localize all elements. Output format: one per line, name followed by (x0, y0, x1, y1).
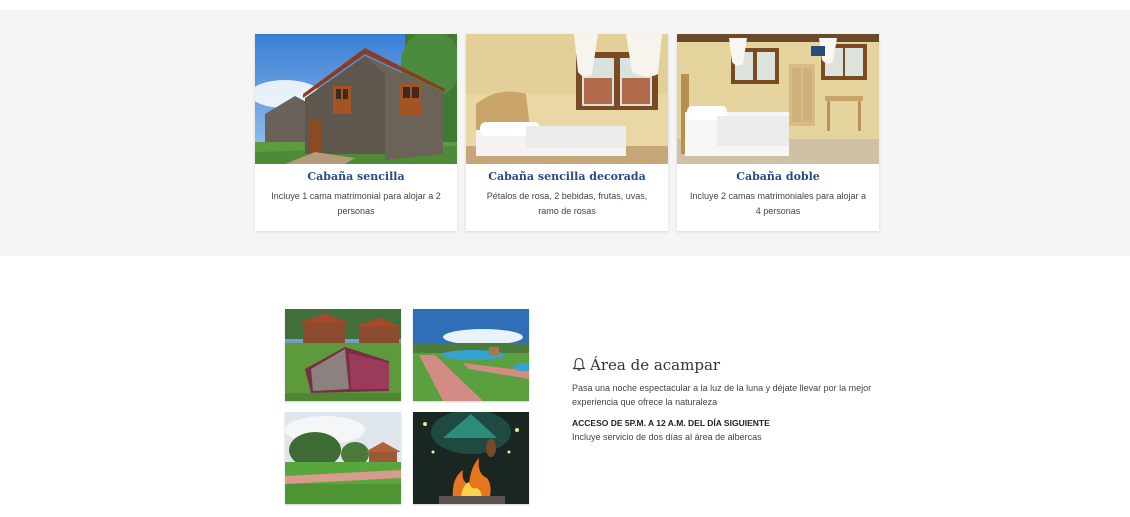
camping-access-hours: ACCESO DE 5P.M. A 12 A.M. DEL DÍA SIGUIE… (572, 418, 770, 428)
double-bed-room-photo[interactable] (677, 34, 879, 164)
pool-area-photo[interactable] (413, 309, 529, 401)
camping-description: Pasa una noche espectacular a la luz de … (572, 383, 872, 407)
cabin-title[interactable]: Cabaña sencilla decorada (466, 170, 668, 183)
cabin-card-doble[interactable]: Cabaña doble Incluye 2 camas matrimonial… (677, 34, 879, 231)
top-strip (0, 0, 1130, 10)
camping-title: Área de acampar (590, 356, 721, 374)
campfire-photo[interactable] (413, 412, 529, 504)
tent-photo[interactable] (285, 309, 401, 401)
cabin-card-sencilla[interactable]: Cabaña sencilla Incluye 1 cama matrimoni… (255, 34, 457, 231)
garden-photo[interactable] (285, 412, 401, 504)
stone-cabin-exterior-photo[interactable] (255, 34, 457, 164)
cabin-card-sencilla-decorada[interactable]: Cabaña sencilla decorada Pétalos de rosa… (466, 34, 668, 231)
cabin-description: Incluye 2 camas matrimoniales para aloja… (689, 191, 867, 216)
bell-icon (572, 357, 586, 371)
cabin-title[interactable]: Cabaña sencilla (255, 170, 457, 183)
cabin-title[interactable]: Cabaña doble (677, 170, 879, 183)
cabin-description: Pétalos de rosa, 2 bebidas, frutas, uvas… (486, 191, 648, 216)
camping-note: Incluye servicio de dos días al área de … (572, 432, 762, 442)
single-bed-room-photo[interactable] (466, 34, 668, 164)
camping-heading: Área de acampar (572, 356, 892, 378)
cabin-description: Incluye 1 cama matrimonial para alojar a… (271, 191, 441, 216)
